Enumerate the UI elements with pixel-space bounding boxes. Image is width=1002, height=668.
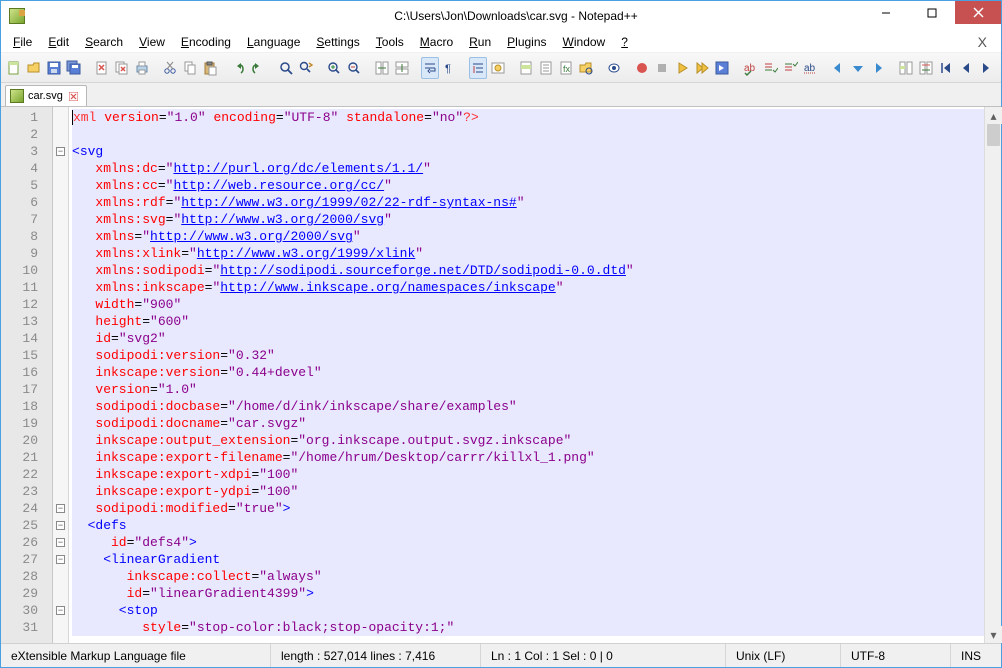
redo-icon[interactable]: [249, 57, 267, 79]
menu-language[interactable]: Language: [239, 33, 308, 51]
show-all-chars-icon[interactable]: ¶: [441, 57, 459, 79]
user-lang-icon[interactable]: [489, 57, 507, 79]
indent-guide-icon[interactable]: [469, 57, 487, 79]
tab-car-svg[interactable]: car.svg: [5, 85, 87, 106]
titlebar: C:\Users\Jon\Downloads\car.svg - Notepad…: [1, 1, 1001, 31]
maximize-button[interactable]: [909, 1, 955, 24]
statusbar: eXtensible Markup Language file length :…: [1, 643, 1001, 667]
arrow-right-blue-icon[interactable]: [869, 57, 887, 79]
monitor-icon[interactable]: [605, 57, 623, 79]
spellcheck3-icon[interactable]: [781, 57, 799, 79]
svg-text:¶: ¶: [445, 63, 451, 75]
tabbar: car.svg: [1, 83, 1001, 107]
scroll-up-icon[interactable]: ▴: [985, 107, 1002, 124]
menu-search[interactable]: Search: [77, 33, 131, 51]
wordwrap-icon[interactable]: [421, 57, 439, 79]
save-all-icon[interactable]: [65, 57, 83, 79]
vertical-scrollbar[interactable]: ▴ ▾: [984, 107, 1001, 643]
nav-last-icon[interactable]: [997, 57, 1002, 79]
tab-label: car.svg: [28, 90, 63, 102]
sync-h-icon[interactable]: [393, 57, 411, 79]
cut-icon[interactable]: [161, 57, 179, 79]
compare1-icon[interactable]: [897, 57, 915, 79]
spellcheck4-icon[interactable]: ab: [801, 57, 819, 79]
status-length: length : 527,014 lines : 7,416: [271, 644, 481, 667]
print-icon[interactable]: [133, 57, 151, 79]
window-controls: [863, 1, 1001, 24]
menu-view[interactable]: View: [131, 33, 173, 51]
app-icon: [9, 8, 25, 24]
close-all-icon[interactable]: [113, 57, 131, 79]
function-list-icon[interactable]: fx: [557, 57, 575, 79]
status-pos: Ln : 1 Col : 1 Sel : 0 | 0: [481, 644, 726, 667]
menu-run[interactable]: Run: [461, 33, 499, 51]
doc-map-icon[interactable]: [517, 57, 535, 79]
save-macro-icon[interactable]: [713, 57, 731, 79]
menu-help[interactable]: ?: [613, 33, 636, 51]
menu-encoding[interactable]: Encoding: [173, 33, 239, 51]
svg-text:fx: fx: [563, 64, 571, 74]
folder-workspace-icon[interactable]: [577, 57, 595, 79]
status-enc[interactable]: UTF-8: [841, 644, 951, 667]
nav-next-icon[interactable]: [977, 57, 995, 79]
scroll-thumb[interactable]: [987, 124, 1000, 146]
arrow-down-icon[interactable]: [849, 57, 867, 79]
menu-file[interactable]: File: [5, 33, 40, 51]
new-file-icon[interactable]: [5, 57, 23, 79]
find-icon[interactable]: [277, 57, 295, 79]
play-multi-icon[interactable]: [693, 57, 711, 79]
fold-margin[interactable]: −−−−−−: [53, 107, 69, 643]
menu-macro[interactable]: Macro: [412, 33, 461, 51]
compare2-icon[interactable]: [917, 57, 935, 79]
paste-icon[interactable]: [201, 57, 219, 79]
secondary-close-icon[interactable]: X: [968, 32, 997, 52]
stop-macro-icon[interactable]: [653, 57, 671, 79]
status-eol[interactable]: Unix (LF): [726, 644, 841, 667]
replace-icon[interactable]: [297, 57, 315, 79]
arrow-left-blue-icon[interactable]: [829, 57, 847, 79]
zoom-out-icon[interactable]: [345, 57, 363, 79]
file-icon: [10, 89, 24, 103]
spellcheck1-icon[interactable]: ab: [741, 57, 759, 79]
svg-text:ab: ab: [804, 63, 816, 74]
copy-icon[interactable]: [181, 57, 199, 79]
menu-tools[interactable]: Tools: [368, 33, 412, 51]
menubar: File Edit Search View Encoding Language …: [1, 31, 1001, 53]
play-macro-icon[interactable]: [673, 57, 691, 79]
minimize-button[interactable]: [863, 1, 909, 24]
undo-icon[interactable]: [229, 57, 247, 79]
nav-prev-icon[interactable]: [957, 57, 975, 79]
status-filetype: eXtensible Markup Language file: [1, 644, 271, 667]
menu-plugins[interactable]: Plugins: [499, 33, 554, 51]
status-ins[interactable]: INS: [951, 644, 1001, 667]
nav-first-icon[interactable]: [937, 57, 955, 79]
toolbar: ¶ fx ab ab: [1, 53, 1001, 83]
save-icon[interactable]: [45, 57, 63, 79]
menu-edit[interactable]: Edit: [40, 33, 77, 51]
window-title: C:\Users\Jon\Downloads\car.svg - Notepad…: [31, 9, 1001, 23]
menu-settings[interactable]: Settings: [308, 33, 367, 51]
close-button[interactable]: [955, 1, 1001, 24]
zoom-in-icon[interactable]: [325, 57, 343, 79]
spellcheck2-icon[interactable]: [761, 57, 779, 79]
menu-window[interactable]: Window: [555, 33, 614, 51]
close-file-icon[interactable]: [93, 57, 111, 79]
tab-close-icon[interactable]: [67, 90, 80, 103]
doc-list-icon[interactable]: [537, 57, 555, 79]
editor-area: 1234567891011121314151617181920212223242…: [1, 107, 1001, 643]
code-editor[interactable]: xml version="1.0" encoding="UTF-8" stand…: [69, 107, 984, 643]
record-macro-icon[interactable]: [633, 57, 651, 79]
open-file-icon[interactable]: [25, 57, 43, 79]
scroll-down-icon[interactable]: ▾: [985, 626, 1002, 643]
sync-v-icon[interactable]: [373, 57, 391, 79]
line-number-gutter: 1234567891011121314151617181920212223242…: [1, 107, 53, 643]
